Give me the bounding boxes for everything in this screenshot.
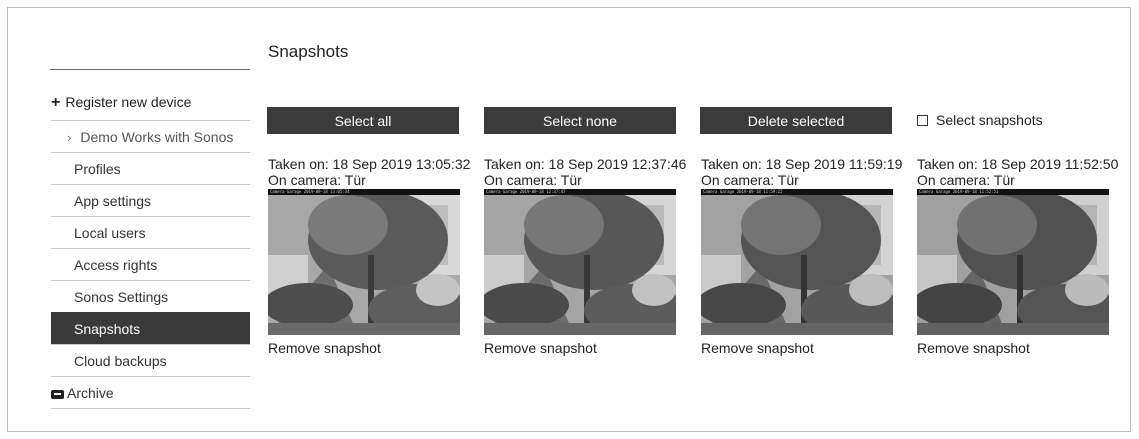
garden-scene-image	[917, 195, 1109, 335]
sidebar-item-label: Archive	[67, 385, 114, 401]
snapshot-image[interactable]: Camera Garage 2019-09-18 13:05:34	[268, 189, 460, 335]
snapshot-camera: On camera: Tür	[268, 172, 366, 188]
sidebar-item-label: Demo Works with Sonos	[80, 129, 234, 145]
archive-box-icon	[51, 390, 64, 399]
sidebar-item-archive[interactable]: Archive	[51, 376, 250, 408]
plus-icon: +	[51, 94, 61, 111]
sidebar-item-local-users[interactable]: Local users	[51, 216, 250, 248]
sidebar-menu: › Demo Works with Sonos Profiles App sett…	[51, 120, 250, 409]
remove-snapshot-link[interactable]: Remove snapshot	[917, 340, 1122, 356]
sidebar-item-label: Snapshots	[74, 321, 141, 337]
garden-scene-image	[484, 195, 676, 335]
sidebar-item-snapshots[interactable]: Snapshots	[51, 312, 250, 344]
snapshot-card: Taken on: 18 Sep 2019 11:59:19 On camera…	[701, 156, 906, 356]
snapshot-card: Taken on: 18 Sep 2019 13:05:32 On camera…	[268, 156, 473, 356]
sidebar-item-cloud-backups[interactable]: Cloud backups	[51, 344, 250, 376]
page-title: Snapshots	[268, 42, 349, 61]
sidebar-item-label: Local users	[74, 225, 146, 241]
select-all-button[interactable]: Select all	[267, 107, 459, 134]
sidebar-item-profiles[interactable]: Profiles	[51, 152, 250, 184]
sidebar-item-label: Sonos Settings	[74, 289, 169, 305]
sidebar-item-label: Profiles	[74, 161, 121, 177]
snapshot-image[interactable]: Camera Garage 2019-09-18 12:37:47	[484, 189, 676, 335]
sidebar-item-label: App settings	[74, 193, 152, 209]
sidebar-item-demo-works-with-sonos[interactable]: › Demo Works with Sonos	[51, 120, 250, 152]
snapshot-card: Taken on: 18 Sep 2019 12:37:46 On camera…	[484, 156, 689, 356]
snapshot-image[interactable]: Camera Garage 2019-09-18 11:59:22	[701, 189, 893, 335]
select-snapshots-label: Select snapshots	[936, 112, 1043, 128]
snapshot-taken-on: Taken on: 18 Sep 2019 13:05:32	[268, 156, 471, 172]
select-snapshots-toggle[interactable]: Select snapshots	[917, 112, 1043, 128]
checkbox-icon[interactable]	[917, 114, 928, 126]
snapshot-taken-on: Taken on: 18 Sep 2019 11:59:19	[701, 156, 903, 172]
snapshot-camera: On camera: Tür	[484, 172, 582, 188]
sidebar-item-label: Access rights	[74, 257, 158, 273]
remove-snapshot-link[interactable]: Remove snapshot	[268, 340, 473, 356]
sidebar-item-access-rights[interactable]: Access rights	[51, 248, 250, 280]
snapshot-camera: On camera: Tür	[701, 172, 799, 188]
sidebar-item-app-settings[interactable]: App settings	[51, 184, 250, 216]
sidebar-item-label: Cloud backups	[74, 353, 167, 369]
sidebar-top-divider	[50, 69, 250, 70]
delete-selected-button[interactable]: Delete selected	[700, 107, 892, 134]
remove-snapshot-link[interactable]: Remove snapshot	[701, 340, 906, 356]
snapshot-taken-on: Taken on: 18 Sep 2019 11:52:50	[917, 156, 1119, 172]
select-none-button[interactable]: Select none	[484, 107, 676, 134]
chevron-right-icon: ›	[67, 130, 72, 145]
register-label: Register new device	[65, 94, 192, 110]
garden-scene-image	[701, 195, 893, 335]
register-new-device-link[interactable]: + Register new device	[51, 94, 191, 112]
sidebar-item-sonos-settings[interactable]: Sonos Settings	[51, 280, 250, 312]
snapshot-camera: On camera: Tür	[917, 172, 1015, 188]
snapshot-image[interactable]: Camera Garage 2019-09-18 11:52:51	[917, 189, 1109, 335]
snapshot-taken-on: Taken on: 18 Sep 2019 12:37:46	[484, 156, 687, 172]
remove-snapshot-link[interactable]: Remove snapshot	[484, 340, 689, 356]
snapshot-card: Taken on: 18 Sep 2019 11:52:50 On camera…	[917, 156, 1122, 356]
garden-scene-image	[268, 195, 460, 335]
